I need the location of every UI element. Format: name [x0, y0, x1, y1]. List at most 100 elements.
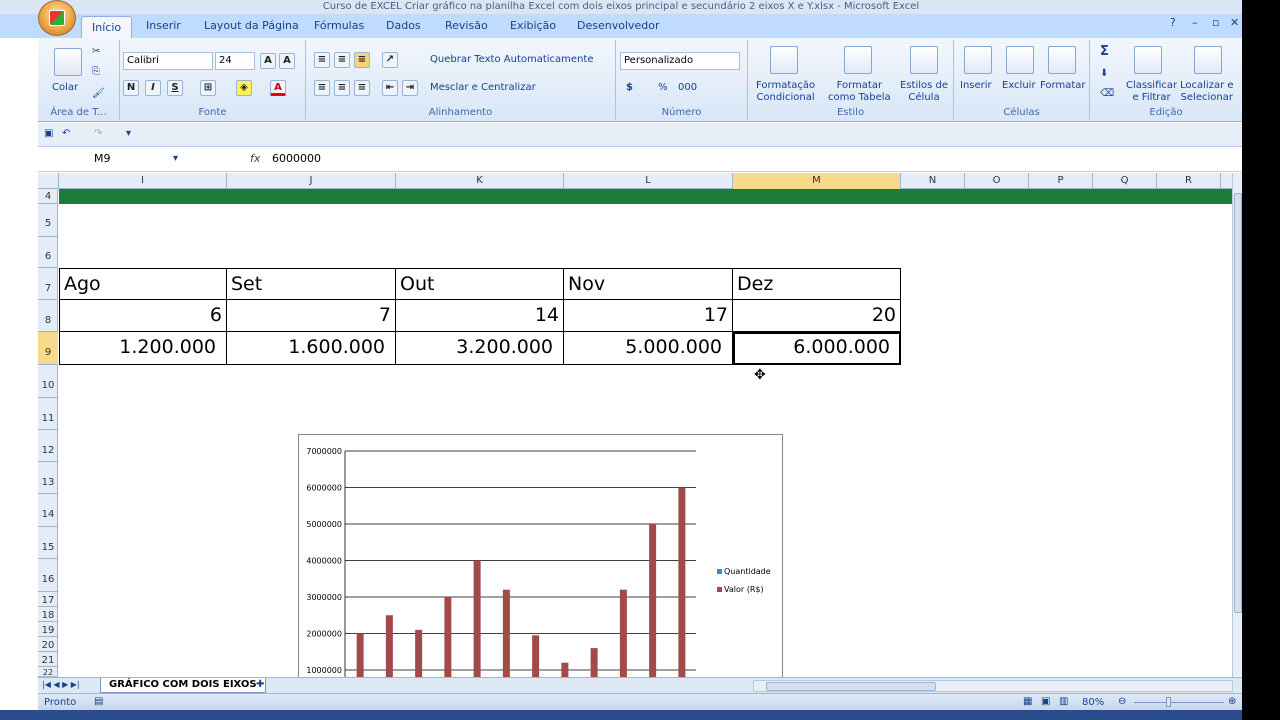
underline-button[interactable]: S — [167, 80, 183, 96]
fill-color-icon[interactable]: ◈ — [236, 80, 252, 96]
merge-center-button[interactable]: Mesclar e Centralizar — [430, 82, 536, 94]
row-header[interactable]: 18 — [38, 607, 58, 622]
cell-value[interactable]: 3.200.000 — [396, 332, 564, 365]
row-header[interactable]: 21 — [38, 652, 58, 667]
select-all-corner[interactable] — [38, 173, 59, 189]
align-left-icon[interactable]: ≡ — [314, 80, 330, 96]
column-header[interactable]: Q — [1093, 173, 1157, 189]
cell-styles-icon[interactable] — [910, 46, 938, 74]
tab-dados[interactable]: Dados — [386, 19, 421, 32]
row-header[interactable]: 22 — [38, 667, 58, 677]
tab-layout[interactable]: Layout da Página — [204, 19, 299, 32]
insert-cells-icon[interactable] — [964, 46, 992, 74]
number-format-select[interactable]: Personalizado — [620, 52, 740, 70]
zoom-slider[interactable] — [1134, 702, 1224, 703]
delete-cells-icon[interactable] — [1006, 46, 1034, 74]
column-header[interactable]: K — [396, 173, 564, 189]
save-icon[interactable]: ▣ — [44, 128, 53, 140]
column-header[interactable]: O — [965, 173, 1029, 189]
row-header[interactable]: 20 — [38, 637, 58, 652]
cell-value[interactable]: 1.200.000 — [59, 332, 227, 365]
align-top-icon[interactable]: ≡ — [314, 52, 330, 68]
row-header[interactable]: 4 — [38, 189, 58, 204]
name-box-dropdown-icon[interactable]: ▾ — [173, 153, 178, 165]
font-color-icon[interactable]: A — [270, 80, 286, 96]
office-button[interactable] — [38, 0, 76, 36]
tab-desenvolvedor[interactable]: Desenvolvedor — [577, 19, 660, 32]
row-header-selected[interactable]: 9 — [38, 332, 58, 365]
row-header[interactable]: 19 — [38, 622, 58, 637]
view-normal-icon[interactable]: ▦ — [1023, 696, 1032, 708]
tab-inicio[interactable]: Início — [81, 16, 133, 38]
delete-cells-button[interactable]: Excluir — [1002, 80, 1036, 92]
row-header[interactable]: 11 — [38, 398, 58, 430]
restore-icon[interactable]: ▫ — [1212, 16, 1219, 29]
font-name-select[interactable]: Calibri — [123, 52, 213, 70]
customize-qat-icon[interactable]: ▾ — [126, 128, 131, 140]
wrap-text-button[interactable]: Quebrar Texto Automaticamente — [430, 54, 593, 66]
cell-quantity[interactable]: 6 — [59, 300, 227, 332]
format-painter-icon[interactable]: 🖌 — [92, 88, 105, 100]
decrease-indent-icon[interactable]: ⇤ — [382, 80, 398, 96]
row-header[interactable]: 6 — [38, 237, 58, 268]
minimize-icon[interactable]: – — [1192, 16, 1198, 29]
cell-value[interactable]: 5.000.000 — [564, 332, 733, 365]
font-size-select[interactable]: 24 — [215, 52, 255, 70]
insert-sheet-icon[interactable]: ✚ — [256, 679, 264, 691]
cell-month[interactable]: Out — [396, 268, 564, 300]
autosum-icon[interactable]: Σ — [1100, 45, 1109, 58]
view-pagebreak-icon[interactable]: ▥ — [1059, 696, 1068, 708]
thousands-button[interactable]: 000 — [678, 82, 697, 94]
help-icon[interactable]: ? — [1170, 16, 1176, 29]
horizontal-scrollbar[interactable] — [753, 680, 1233, 692]
insert-cells-button[interactable]: Inserir — [960, 80, 992, 92]
orientation-icon[interactable]: ↗ — [382, 52, 398, 68]
sort-filter-button[interactable]: Classificar e Filtrar — [1126, 80, 1177, 104]
sheet-nav-icon[interactable]: |◀ ◀ ▶ ▶| — [42, 679, 80, 691]
row-header[interactable]: 16 — [38, 559, 58, 592]
shrink-font-icon[interactable]: A — [279, 53, 295, 69]
conditional-format-button[interactable]: Formatação Condicional — [756, 80, 815, 104]
row-header[interactable]: 7 — [38, 268, 58, 300]
find-select-icon[interactable] — [1194, 46, 1222, 74]
redo-icon[interactable]: ↷ — [94, 128, 102, 140]
cell-value[interactable]: 1.600.000 — [227, 332, 396, 365]
grow-font-icon[interactable]: A — [260, 53, 276, 69]
paste-button[interactable]: Colar — [52, 82, 78, 94]
row-header[interactable]: 14 — [38, 494, 58, 527]
borders-icon[interactable]: ⊞ — [200, 80, 216, 96]
cell-quantity[interactable]: 14 — [396, 300, 564, 332]
conditional-format-icon[interactable] — [770, 46, 798, 74]
cell-month[interactable]: Set — [227, 268, 396, 300]
currency-button[interactable]: $ — [626, 82, 633, 94]
align-bottom-icon[interactable]: ≡ — [354, 52, 370, 68]
increase-indent-icon[interactable]: ⇥ — [402, 80, 418, 96]
row-header[interactable]: 10 — [38, 365, 58, 398]
sheet-tab-active[interactable]: GRÁFICO COM DOIS EIXOS — [100, 678, 266, 693]
column-header[interactable]: P — [1029, 173, 1093, 189]
format-cells-icon[interactable] — [1048, 46, 1076, 74]
zoom-in-icon[interactable]: ⊕ — [1228, 696, 1236, 708]
clear-icon[interactable]: ⌫ — [1100, 88, 1114, 100]
close-icon[interactable]: ✕ — [1230, 16, 1239, 29]
zoom-level[interactable]: 80% — [1082, 697, 1104, 709]
percent-button[interactable]: % — [658, 82, 668, 94]
chart-area[interactable]: 7000000 6000000 5000000 4000000 3000000 20000… — [298, 434, 783, 677]
format-cells-button[interactable]: Formatar — [1040, 80, 1085, 92]
column-header[interactable]: J — [227, 173, 396, 189]
align-right-icon[interactable]: ≡ — [354, 80, 370, 96]
paste-icon[interactable] — [54, 48, 82, 76]
format-table-icon[interactable] — [844, 46, 872, 74]
cell-month[interactable]: Dez — [733, 268, 901, 300]
row-header[interactable]: 17 — [38, 592, 58, 607]
copy-icon[interactable]: ⎘ — [92, 66, 100, 78]
worksheet[interactable]: Ago Set Out Nov Dez 6 7 14 17 20 1.200.0… — [59, 189, 1232, 677]
column-header[interactable]: L — [564, 173, 733, 189]
vertical-scroll-thumb[interactable] — [1234, 193, 1242, 613]
bold-button[interactable]: N — [123, 80, 139, 96]
row-header[interactable]: 5 — [38, 204, 58, 237]
insert-function-icon[interactable]: fx — [250, 152, 260, 165]
macro-record-icon[interactable]: ▤ — [94, 696, 103, 708]
align-middle-icon[interactable]: ≡ — [334, 52, 350, 68]
align-center-icon[interactable]: ≡ — [334, 80, 350, 96]
